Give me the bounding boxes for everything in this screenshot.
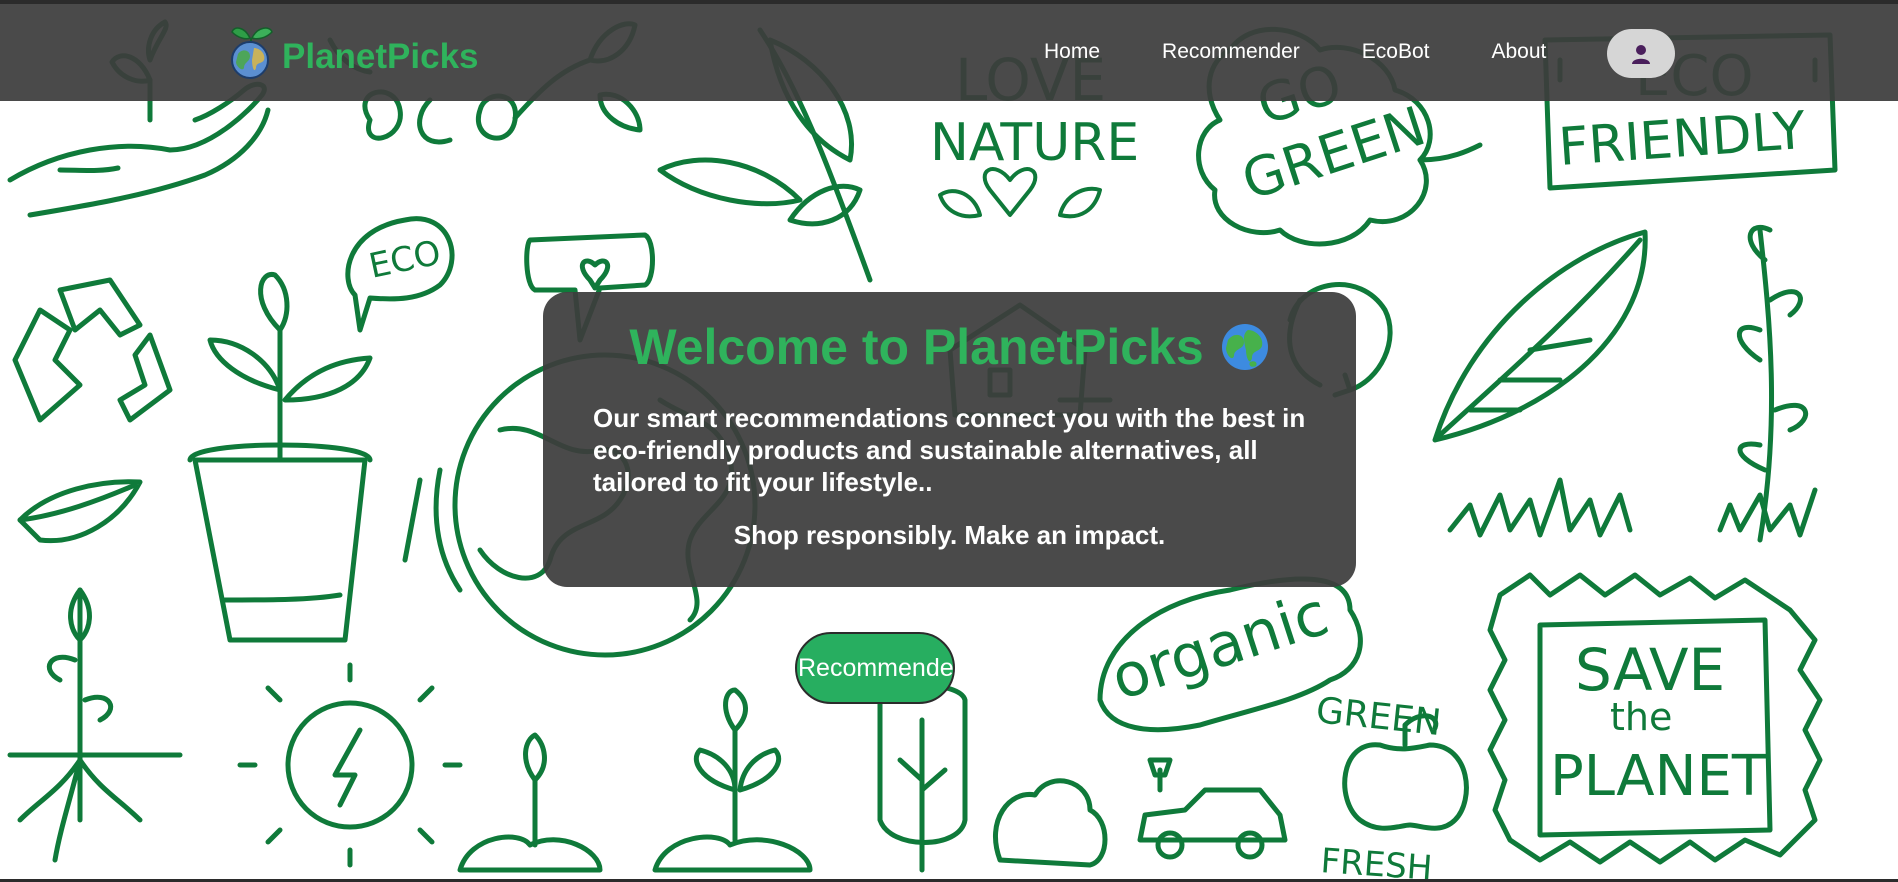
hero-card: Welcome to PlanetPicks Our smart recomme…: [543, 292, 1356, 587]
user-icon: [1632, 44, 1650, 64]
fresh-text: FRESH: [1319, 841, 1433, 882]
green-small-text: GREEN: [1314, 690, 1443, 744]
hero-title: Welcome to PlanetPicks: [593, 322, 1306, 372]
brand[interactable]: PlanetPicks: [224, 22, 479, 82]
top-border: [0, 0, 1898, 4]
navbar: PlanetPicks Home Recommender EcoBot Abou…: [0, 4, 1898, 101]
tree-doodle: [877, 682, 968, 873]
potted-plant-doodle: [187, 272, 373, 643]
hero-title-text: Welcome to PlanetPicks: [629, 319, 1204, 375]
brand-name: PlanetPicks: [282, 37, 479, 76]
vine-doodle: [1736, 224, 1809, 543]
sun-energy-doodle: [237, 662, 463, 868]
nature-text: NATURE: [930, 113, 1139, 173]
nav-ecobot[interactable]: EcoBot: [1362, 40, 1430, 64]
electric-car-doodle: [1137, 757, 1288, 860]
the-text: the: [1610, 695, 1672, 739]
sprout-mound-doodle: [457, 687, 813, 873]
globe-with-leaves-icon: [231, 27, 273, 79]
friendly-text: FRIENDLY: [1557, 101, 1808, 178]
hero-description: Our smart recommendations connect you wi…: [593, 403, 1306, 497]
profile-button[interactable]: [1607, 29, 1675, 78]
big-leaf-doodle: [1432, 229, 1648, 443]
small-leaf-doodle: [17, 479, 143, 544]
recycle-doodle: [12, 277, 173, 423]
eco-bubble-text: ECO: [366, 233, 445, 287]
globe-emoji-icon: [1221, 324, 1268, 370]
love-nature-doodle: [938, 167, 1102, 219]
nav-about[interactable]: About: [1491, 40, 1546, 64]
planet-text: PLANET: [1550, 744, 1767, 809]
root-sprout-doodle: [7, 587, 183, 863]
page: LOVE NATURE GO GREEN ECO FRIENDLY ECO: [0, 0, 1898, 882]
recommender-cta-button[interactable]: Recommender: [795, 632, 962, 704]
nav-home[interactable]: Home: [1044, 40, 1100, 64]
main-nav: Home Recommender EcoBot About: [1044, 40, 1546, 64]
nav-recommender[interactable]: Recommender: [1162, 40, 1300, 64]
save-text: SAVE: [1575, 636, 1725, 704]
hero-tagline: Shop responsibly. Make an impact.: [733, 520, 1166, 550]
bush-doodle: [993, 778, 1108, 868]
